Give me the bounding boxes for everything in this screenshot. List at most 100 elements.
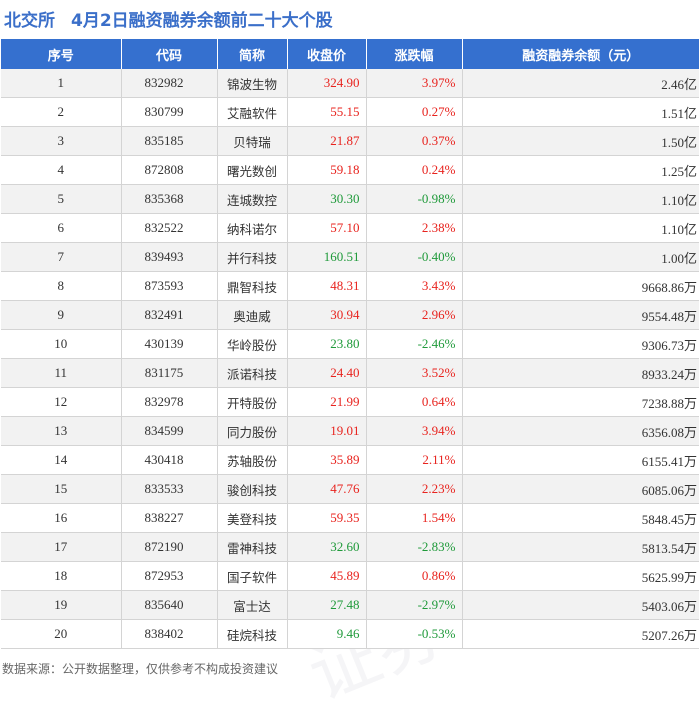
cell-change: 1.54% <box>366 503 463 533</box>
cell-rank: 17 <box>1 532 122 562</box>
table-row: 4 872808 曙光数创 59.18 0.24% 1.25亿 <box>1 155 699 185</box>
table-row: 14 430418 苏轴股份 35.89 2.11% 6155.41万 <box>1 445 699 475</box>
cell-code: 430139 <box>121 329 218 359</box>
table-header-row: 序号 代码 简称 收盘价 涨跌幅 融资融券余额（元） <box>1 39 699 69</box>
cell-balance: 1.10亿 <box>462 184 699 214</box>
cell-name: 骏创科技 <box>217 474 288 504</box>
cell-price: 59.35 <box>287 503 367 533</box>
cell-code: 835185 <box>121 126 218 156</box>
cell-price: 30.94 <box>287 300 367 330</box>
cell-code: 835368 <box>121 184 218 214</box>
cell-price: 19.01 <box>287 416 367 446</box>
column-header-name: 简称 <box>217 39 288 69</box>
cell-balance: 5403.06万 <box>462 590 699 620</box>
cell-balance: 5813.54万 <box>462 532 699 562</box>
cell-balance: 6356.08万 <box>462 416 699 446</box>
cell-change: 3.52% <box>366 358 463 388</box>
table-row: 2 830799 艾融软件 55.15 0.27% 1.51亿 <box>1 97 699 127</box>
cell-rank: 3 <box>1 126 122 156</box>
cell-change: -0.98% <box>366 184 463 214</box>
cell-name: 美登科技 <box>217 503 288 533</box>
cell-balance: 5207.26万 <box>462 619 699 649</box>
cell-code: 832522 <box>121 213 218 243</box>
cell-change: 3.97% <box>366 69 463 98</box>
cell-balance: 1.00亿 <box>462 242 699 272</box>
cell-code: 872953 <box>121 561 218 591</box>
cell-code: 872808 <box>121 155 218 185</box>
cell-price: 57.10 <box>287 213 367 243</box>
margin-balance-table: 序号 代码 简称 收盘价 涨跌幅 融资融券余额（元） 1 832982 锦波生物 32… <box>1 39 699 649</box>
column-header-price: 收盘价 <box>287 39 367 69</box>
cell-code: 834599 <box>121 416 218 446</box>
cell-rank: 5 <box>1 184 122 214</box>
table-row: 16 838227 美登科技 59.35 1.54% 5848.45万 <box>1 503 699 533</box>
cell-name: 苏轴股份 <box>217 445 288 475</box>
table-row: 13 834599 同力股份 19.01 3.94% 6356.08万 <box>1 416 699 446</box>
cell-name: 艾融软件 <box>217 97 288 127</box>
cell-change: 2.11% <box>366 445 463 475</box>
cell-rank: 9 <box>1 300 122 330</box>
cell-name: 开特股份 <box>217 387 288 417</box>
table-row: 19 835640 富士达 27.48 -2.97% 5403.06万 <box>1 590 699 620</box>
cell-code: 832982 <box>121 69 218 98</box>
cell-change: -2.46% <box>366 329 463 359</box>
cell-balance: 9306.73万 <box>462 329 699 359</box>
table-row: 12 832978 开特股份 21.99 0.64% 7238.88万 <box>1 387 699 417</box>
cell-change: 2.96% <box>366 300 463 330</box>
cell-code: 833533 <box>121 474 218 504</box>
column-header-code: 代码 <box>121 39 218 69</box>
cell-change: 3.94% <box>366 416 463 446</box>
cell-price: 55.15 <box>287 97 367 127</box>
table-body: 1 832982 锦波生物 324.90 3.97% 2.46亿 2 830799 艾融软件 55… <box>1 69 699 649</box>
cell-name: 奥迪威 <box>217 300 288 330</box>
cell-balance: 7238.88万 <box>462 387 699 417</box>
cell-change: 0.86% <box>366 561 463 591</box>
cell-code: 831175 <box>121 358 218 388</box>
cell-rank: 12 <box>1 387 122 417</box>
cell-name: 连城数控 <box>217 184 288 214</box>
cell-name: 同力股份 <box>217 416 288 446</box>
cell-rank: 4 <box>1 155 122 185</box>
cell-change: 0.64% <box>366 387 463 417</box>
cell-price: 35.89 <box>287 445 367 475</box>
cell-name: 并行科技 <box>217 242 288 272</box>
cell-code: 835640 <box>121 590 218 620</box>
table-row: 9 832491 奥迪威 30.94 2.96% 9554.48万 <box>1 300 699 330</box>
cell-rank: 20 <box>1 619 122 649</box>
cell-rank: 11 <box>1 358 122 388</box>
cell-price: 23.80 <box>287 329 367 359</box>
cell-name: 锦波生物 <box>217 69 288 98</box>
column-header-rank: 序号 <box>1 39 122 69</box>
table-row: 1 832982 锦波生物 324.90 3.97% 2.46亿 <box>1 69 699 98</box>
cell-balance: 1.10亿 <box>462 213 699 243</box>
table-row: 7 839493 并行科技 160.51 -0.40% 1.00亿 <box>1 242 699 272</box>
cell-change: 0.27% <box>366 97 463 127</box>
cell-rank: 14 <box>1 445 122 475</box>
cell-name: 曙光数创 <box>217 155 288 185</box>
cell-name: 纳科诺尔 <box>217 213 288 243</box>
cell-balance: 5848.45万 <box>462 503 699 533</box>
cell-code: 872190 <box>121 532 218 562</box>
cell-code: 838227 <box>121 503 218 533</box>
cell-rank: 1 <box>1 69 122 98</box>
cell-name: 国子软件 <box>217 561 288 591</box>
cell-price: 32.60 <box>287 532 367 562</box>
cell-price: 324.90 <box>287 69 367 98</box>
page-header: 北交所 4月2日融资融券余额前二十大个股 <box>0 0 700 36</box>
cell-price: 59.18 <box>287 155 367 185</box>
cell-change: 0.37% <box>366 126 463 156</box>
cell-change: 0.24% <box>366 155 463 185</box>
cell-balance: 5625.99万 <box>462 561 699 591</box>
table-row: 6 832522 纳科诺尔 57.10 2.38% 1.10亿 <box>1 213 699 243</box>
cell-change: 2.38% <box>366 213 463 243</box>
cell-change: 3.43% <box>366 271 463 301</box>
table-row: 5 835368 连城数控 30.30 -0.98% 1.10亿 <box>1 184 699 214</box>
table-row: 15 833533 骏创科技 47.76 2.23% 6085.06万 <box>1 474 699 504</box>
cell-change: -0.40% <box>366 242 463 272</box>
cell-balance: 1.50亿 <box>462 126 699 156</box>
cell-balance: 1.25亿 <box>462 155 699 185</box>
cell-balance: 9554.48万 <box>462 300 699 330</box>
cell-change: 2.23% <box>366 474 463 504</box>
table-row: 20 838402 硅烷科技 9.46 -0.53% 5207.26万 <box>1 619 699 649</box>
cell-code: 830799 <box>121 97 218 127</box>
